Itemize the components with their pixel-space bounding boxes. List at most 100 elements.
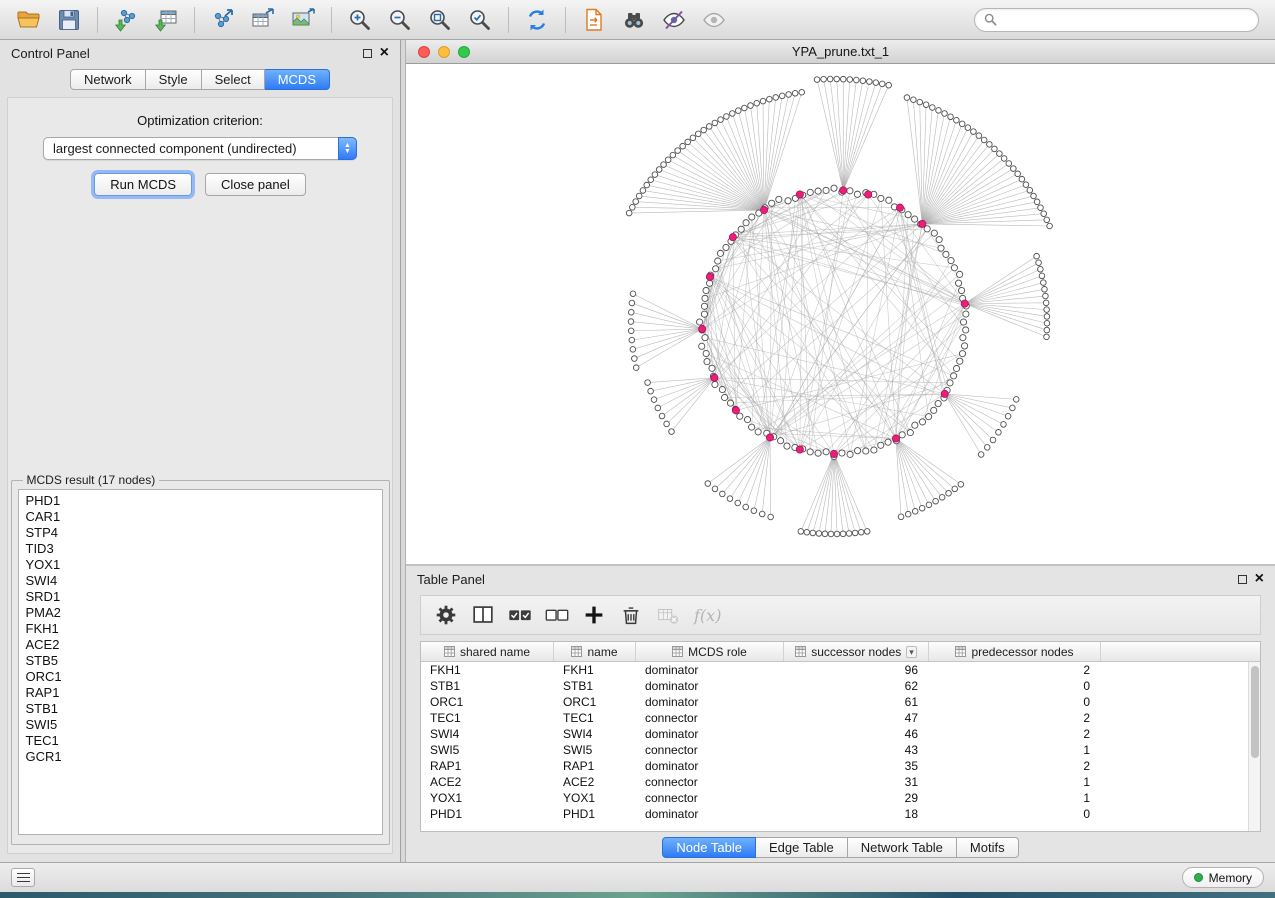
table-row[interactable]: SWI5SWI5connector431 <box>421 742 1248 758</box>
run-mcds-button[interactable]: Run MCDS <box>94 173 192 196</box>
mcds-result-item[interactable]: CAR1 <box>19 509 382 525</box>
table-row[interactable]: ORC1ORC1dominator610 <box>421 694 1248 710</box>
mcds-result-item[interactable]: SRD1 <box>19 589 382 605</box>
mcds-result-item[interactable]: FKH1 <box>19 621 382 637</box>
table-row[interactable]: RAP1RAP1dominator352 <box>421 758 1248 774</box>
create-column-button[interactable] <box>577 599 611 631</box>
tab-network[interactable]: Network <box>70 69 146 90</box>
tab-edge-table[interactable]: Edge Table <box>756 837 848 858</box>
table-row[interactable]: PHD1PHD1dominator180 <box>421 806 1248 822</box>
cell-predecessor-nodes: 1 <box>929 775 1101 789</box>
column-header-mcds-role[interactable]: MCDS role <box>636 642 784 661</box>
mcds-result-item[interactable]: PMA2 <box>19 605 382 621</box>
import-network-button[interactable] <box>107 3 145 37</box>
control-panel-tabs: Network Style Select MCDS <box>0 69 400 90</box>
zoom-in-icon <box>347 7 373 33</box>
table-row[interactable]: YOX1YOX1connector291 <box>421 790 1248 806</box>
network-graph[interactable] <box>406 64 1274 562</box>
show-columns-button[interactable] <box>466 599 500 631</box>
tab-motifs[interactable]: Motifs <box>957 837 1019 858</box>
zoom-selected-button[interactable] <box>461 3 499 37</box>
table-row[interactable]: ACE2ACE2connector311 <box>421 774 1248 790</box>
sort-menu-caret[interactable]: ▾ <box>906 646 917 658</box>
table-scrollbar-thumb[interactable] <box>1251 666 1259 758</box>
mcds-result-item[interactable]: ACE2 <box>19 637 382 653</box>
table-settings-button[interactable] <box>429 599 463 631</box>
save-session-button[interactable] <box>50 3 88 37</box>
cell-mcds-role: connector <box>636 743 784 757</box>
network-canvas[interactable] <box>406 64 1275 564</box>
network-window-titlebar[interactable]: YPA_prune.txt_1 <box>406 40 1275 64</box>
export-table-button[interactable] <box>244 3 282 37</box>
search-input[interactable] <box>1003 13 1249 27</box>
table-row[interactable]: FKH1FKH1dominator962 <box>421 662 1248 678</box>
open-session-button[interactable] <box>10 3 48 37</box>
float-panel-icon[interactable] <box>363 49 372 58</box>
task-history-button[interactable] <box>11 868 35 887</box>
cell-name: RAP1 <box>554 759 636 773</box>
mcds-result-item[interactable]: PHD1 <box>19 493 382 509</box>
tab-mcds[interactable]: MCDS <box>265 69 330 90</box>
cell-mcds-role: dominator <box>636 695 784 709</box>
zoom-fit-button[interactable] <box>421 3 459 37</box>
search-network-button[interactable] <box>615 3 653 37</box>
hide-details-button[interactable] <box>655 3 693 37</box>
export-image-button[interactable] <box>284 3 322 37</box>
cell-name: TEC1 <box>554 711 636 725</box>
column-type-icon <box>444 646 455 657</box>
network-window-title: YPA_prune.txt_1 <box>406 44 1275 59</box>
mcds-result-list[interactable]: PHD1 CAR1 STP4 TID3 YOX1 SWI4 SRD1 PMA2 … <box>18 489 383 835</box>
select-all-button[interactable] <box>503 599 537 631</box>
table-row[interactable]: SWI4SWI4dominator462 <box>421 726 1248 742</box>
table-row[interactable]: STB1STB1dominator620 <box>421 678 1248 694</box>
open-folder-icon <box>16 7 42 33</box>
delete-column-button[interactable] <box>614 599 648 631</box>
column-header-name[interactable]: name <box>554 642 636 661</box>
float-panel-icon[interactable] <box>1238 575 1247 584</box>
mcds-result-item[interactable]: STB1 <box>19 701 382 717</box>
mcds-result-item[interactable]: STP4 <box>19 525 382 541</box>
mcds-result-item[interactable]: ORC1 <box>19 669 382 685</box>
import-table-button[interactable] <box>147 3 185 37</box>
cell-mcds-role: dominator <box>636 727 784 741</box>
cell-shared-name: SWI5 <box>421 743 554 757</box>
close-panel-button[interactable]: Close panel <box>205 173 306 196</box>
zoom-in-button[interactable] <box>341 3 379 37</box>
close-panel-icon[interactable]: × <box>380 46 389 60</box>
export-network-button[interactable] <box>204 3 242 37</box>
maximize-window-button[interactable] <box>458 46 470 58</box>
mcds-result-item[interactable]: RAP1 <box>19 685 382 701</box>
mcds-result-item[interactable]: YOX1 <box>19 557 382 573</box>
tab-style[interactable]: Style <box>146 69 202 90</box>
window-controls <box>418 46 470 58</box>
mcds-result-item[interactable]: TEC1 <box>19 733 382 749</box>
column-header-predecessor-nodes[interactable]: predecessor nodes <box>929 642 1101 661</box>
table-scrollbar[interactable] <box>1248 662 1260 831</box>
tab-network-table[interactable]: Network Table <box>848 837 957 858</box>
mcds-result-item[interactable]: TID3 <box>19 541 382 557</box>
tab-node-table[interactable]: Node Table <box>662 837 756 858</box>
column-header-successor-nodes[interactable]: successor nodes ▾ <box>784 642 929 661</box>
cell-successor-nodes: 43 <box>784 743 929 757</box>
apply-layout-button[interactable] <box>518 3 556 37</box>
mcds-result-item[interactable]: SWI4 <box>19 573 382 589</box>
close-window-button[interactable] <box>418 46 430 58</box>
search-field[interactable] <box>974 8 1259 32</box>
close-panel-icon[interactable]: × <box>1255 572 1264 586</box>
table-row[interactable]: TEC1TEC1connector472 <box>421 710 1248 726</box>
tab-select[interactable]: Select <box>202 69 265 90</box>
memory-button[interactable]: Memory <box>1182 867 1264 888</box>
export-document-button[interactable] <box>575 3 613 37</box>
minimize-window-button[interactable] <box>438 46 450 58</box>
criterion-dropdown[interactable]: largest connected component (undirected)… <box>43 137 357 160</box>
zoom-out-button[interactable] <box>381 3 419 37</box>
share-document-icon <box>581 7 607 33</box>
mcds-result-item[interactable]: STB5 <box>19 653 382 669</box>
deselect-all-button[interactable] <box>540 599 574 631</box>
column-header-shared-name[interactable]: shared name <box>421 642 554 661</box>
zoom-selected-icon <box>467 7 493 33</box>
table-body: FKH1FKH1dominator962 STB1STB1dominator62… <box>421 662 1248 831</box>
mcds-result-item[interactable]: SWI5 <box>19 717 382 733</box>
show-details-button[interactable] <box>695 3 733 37</box>
mcds-result-item[interactable]: GCR1 <box>19 749 382 765</box>
